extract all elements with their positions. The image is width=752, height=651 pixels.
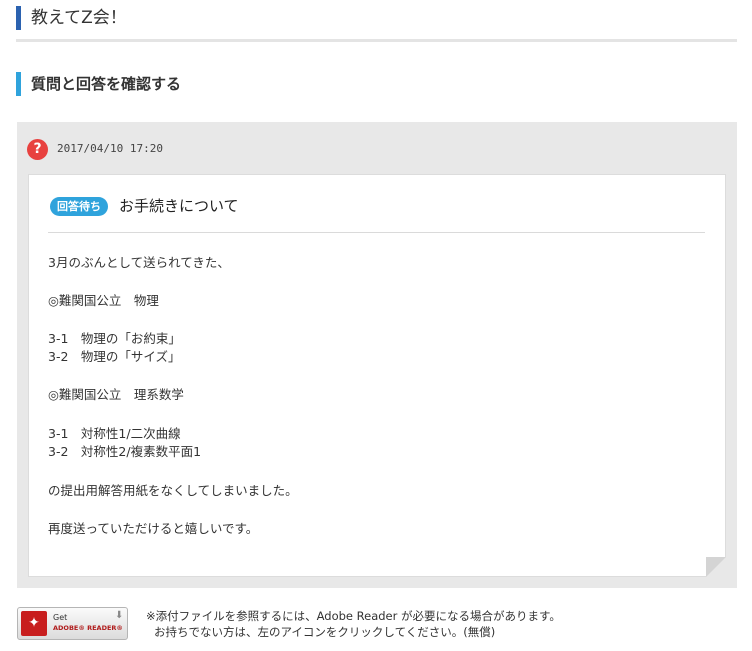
question-body-line: ◎難関国公立 物理 (48, 293, 159, 308)
question-card: 回答待ち お手続きについて 3月のぶんとして送られてきた、 ◎難関国公立 物理 … (28, 174, 726, 577)
page-fold-corner (706, 557, 726, 577)
page-header-accent-bar (16, 6, 21, 30)
attachment-notice-line2: お持ちでない方は、左のアイコンをクリックしてください。(無償) (154, 625, 496, 639)
question-body-line: 再度送っていただけると嬉しいです。 (48, 521, 259, 536)
attachment-notice-line1: ※添付ファイルを参照するには、Adobe Reader が必要になる場合がありま… (146, 609, 561, 623)
section-accent-bar (16, 72, 21, 96)
question-timestamp: 2017/04/10 17:20 (57, 142, 163, 155)
download-arrow-icon: ⬇ (115, 610, 124, 621)
adobe-reader-label: ADOBE® READER® (53, 624, 123, 632)
adobe-acrobat-icon: ✦ (21, 611, 47, 636)
question-body-line: 3-2 対称性2/複素数平面1 (48, 444, 202, 459)
section-title: 質問と回答を確認する (31, 75, 182, 93)
question-body-line: 3-1 物理の「お約束」 (48, 331, 181, 346)
page-title: 教えてZ会！ (31, 8, 127, 28)
question-body-line: ◎難関国公立 理系数学 (48, 387, 184, 402)
question-body-line: 3-1 対称性1/二次曲線 (48, 426, 181, 441)
get-label: Get (53, 613, 68, 622)
get-adobe-reader-button[interactable]: ✦ Get ADOBE® READER® ⬇ (17, 607, 128, 640)
question-body-line: 3-2 物理の「サイズ」 (48, 349, 181, 364)
question-icon: ? (27, 139, 48, 160)
question-body-line: 3月のぶんとして送られてきた、 (48, 255, 230, 270)
page-header: 教えてZ会！ (16, 6, 737, 42)
question-body-line: の提出用解答用紙をなくしてしまいました。 (48, 483, 298, 498)
question-title: お手続きについて (119, 197, 239, 215)
status-badge: 回答待ち (50, 197, 108, 216)
divider (48, 232, 705, 233)
question-panel: ? 2017/04/10 17:20 回答待ち お手続きについて 3月のぶんとし… (17, 122, 737, 588)
